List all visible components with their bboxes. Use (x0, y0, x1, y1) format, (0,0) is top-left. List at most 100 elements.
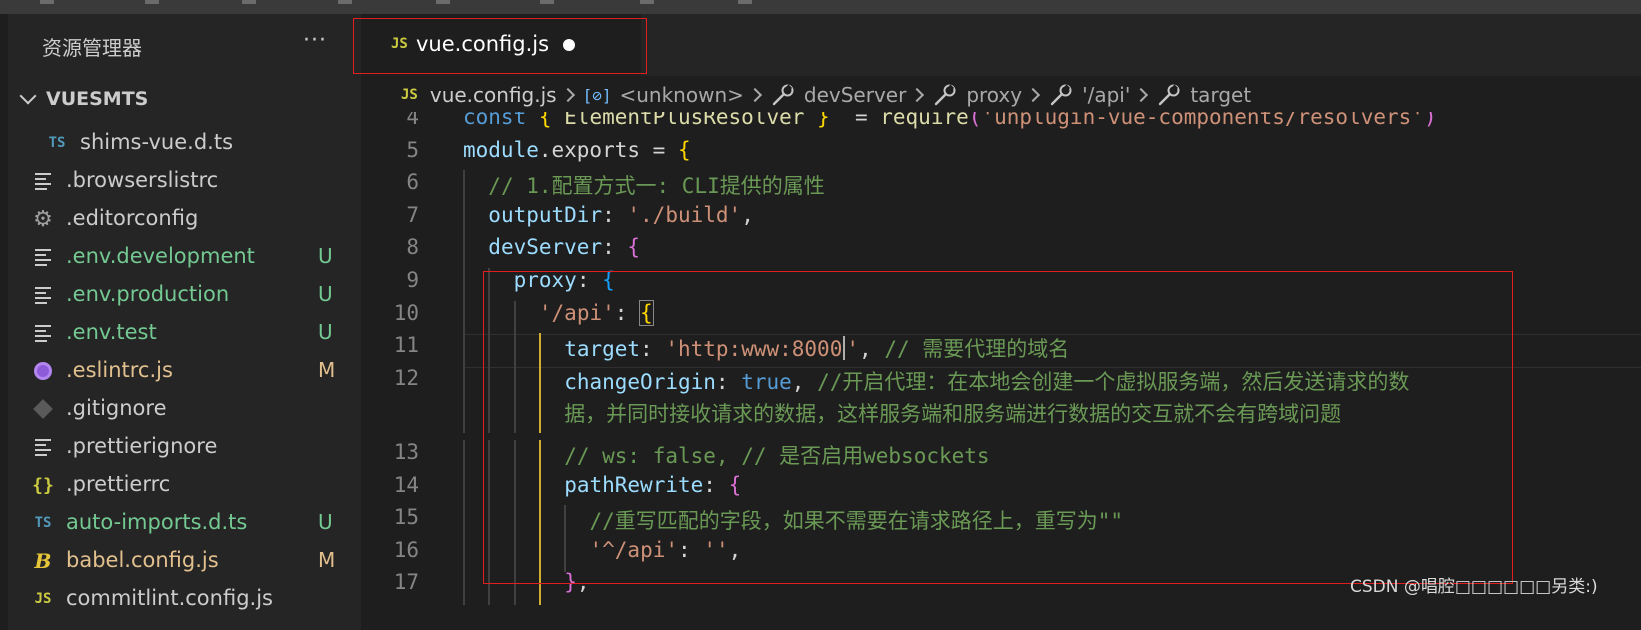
file-name: auto-imports.d.ts (66, 510, 248, 534)
file-item[interactable]: .browserslistrc (8, 161, 361, 199)
breadcrumb-label: proxy (966, 83, 1023, 107)
babel-icon: B (30, 549, 56, 573)
eslint-glyph (34, 362, 52, 380)
git-glyph (33, 399, 53, 419)
code-token: , (741, 202, 754, 227)
file-item[interactable]: .eslintrc.js M (8, 351, 361, 389)
lines-file-icon (30, 321, 56, 345)
menu-mark (436, 0, 450, 4)
chevron-right-icon (1026, 87, 1041, 103)
code-line[interactable]: devServer: { (488, 235, 640, 259)
code-token: module (463, 137, 539, 162)
breadcrumb-label: devServer (803, 83, 907, 107)
javascript-icon: JS (30, 587, 56, 611)
menu-mark (40, 0, 54, 4)
file-item[interactable]: JS commitlint.config.js (8, 579, 361, 617)
file-item[interactable]: .env.production U (8, 275, 361, 313)
menu-mark (738, 0, 752, 4)
file-name: .prettierignore (66, 434, 218, 458)
file-name: .eslintrc.js (66, 358, 173, 382)
javascript-icon: JS (401, 87, 418, 103)
lines-file-icon (30, 169, 56, 193)
file-item[interactable]: .gitignore (8, 389, 361, 427)
indent-guide (463, 365, 465, 401)
lines-file-icon (30, 245, 56, 269)
indent-guide (463, 505, 465, 540)
menu-mark (338, 0, 352, 4)
lines-glyph (35, 438, 51, 456)
indent-guide (463, 440, 465, 475)
icon-glyph: {} (32, 474, 54, 496)
git-icon (30, 397, 56, 421)
icon-glyph: TS (48, 135, 66, 151)
breadcrumb-item[interactable]: devServer (770, 83, 906, 107)
line-number: 12 (393, 365, 419, 390)
code-line[interactable]: module.exports = { (463, 138, 691, 162)
breadcrumb-label: '/api' (1082, 83, 1131, 107)
file-item[interactable]: {} .prettierrc (8, 465, 361, 503)
file-item[interactable]: .prettierignore (8, 427, 361, 465)
file-item[interactable]: Bbabel.config.js M (8, 541, 361, 579)
code-token: outputDir (488, 202, 603, 227)
icon-glyph: TS (34, 515, 52, 531)
file-name: shims-vue.d.ts (80, 130, 234, 154)
gear-icon: ⚙ (30, 207, 56, 232)
code-token: // 1.配置方式一: CLI提供的属性 (488, 174, 825, 199)
code-token: : (602, 202, 628, 227)
code-token: { (677, 137, 691, 162)
indent-guide (463, 235, 465, 270)
code-token: { (627, 235, 641, 260)
wrench-icon (1048, 83, 1074, 107)
tab-highlight-box (353, 18, 647, 74)
breadcrumb-item[interactable]: [⊘] <unknown> (583, 83, 744, 107)
code-token: ) (1423, 112, 1437, 129)
breadcrumb-item[interactable]: proxy (932, 83, 1022, 107)
indent-guide (463, 170, 465, 205)
code-line[interactable]: outputDir: './build', (488, 203, 754, 227)
git-status-badge: M (318, 358, 336, 382)
chevron-down-icon (19, 87, 37, 105)
code-line[interactable]: // 1.配置方式一: CLI提供的属性 (488, 170, 824, 200)
breadcrumb-item[interactable]: '/api' (1048, 83, 1130, 107)
line-number: 13 (393, 440, 419, 464)
breadcrumb-item[interactable]: target (1156, 83, 1251, 107)
file-item[interactable]: ⚙ .editorconfig (8, 199, 361, 237)
file-name: .gitignore (66, 396, 167, 420)
lines-glyph (35, 286, 51, 304)
explorer-sidebar: 资源管理器 ··· VUESMTS TS shims-vue.d.ts .brows… (8, 14, 361, 630)
chevron-right-icon (1134, 87, 1149, 103)
breadcrumb-label: target (1190, 83, 1252, 107)
breadcrumb-item[interactable]: JS vue.config.js (401, 83, 557, 107)
lines-file-icon (30, 283, 56, 307)
file-item[interactable]: .env.test U (8, 313, 361, 351)
file-name: .prettierrc (66, 472, 171, 496)
menu-mark (242, 0, 256, 4)
file-item[interactable]: .env.development U (8, 237, 361, 275)
code-line[interactable]: const { ElementPlusResolver } = require(… (463, 112, 1437, 129)
line-number: 8 (406, 235, 419, 260)
code-token: require (880, 112, 969, 129)
indent-guide (463, 472, 465, 508)
workspace-section-header[interactable]: VUESMTS (18, 84, 148, 114)
indent-guide (463, 570, 465, 605)
line-number: 5 (406, 137, 419, 162)
window-top-strip (0, 0, 1641, 14)
lines-glyph (35, 324, 51, 342)
code-token: ( (968, 112, 982, 129)
line-number: 15 (393, 505, 419, 530)
wrench-icon (770, 83, 796, 107)
file-item[interactable]: TS shims-vue.d.ts (8, 123, 361, 161)
chevron-right-icon (747, 87, 762, 103)
code-token: 'unplugin-vue-components/resolvers' (981, 112, 1424, 129)
code-token: const (463, 112, 539, 129)
line-number: 17 (393, 570, 419, 595)
file-item[interactable]: TS auto-imports.d.ts U (8, 503, 361, 541)
more-actions-icon[interactable]: ··· (303, 28, 327, 53)
line-number: 9 (406, 268, 419, 292)
file-name: .env.development (66, 244, 255, 268)
chevron-right-icon (560, 87, 575, 103)
line-number: 7 (406, 202, 419, 227)
wrench-icon (1156, 83, 1182, 107)
code-token: = (829, 112, 881, 129)
icon-glyph: B (34, 549, 52, 573)
